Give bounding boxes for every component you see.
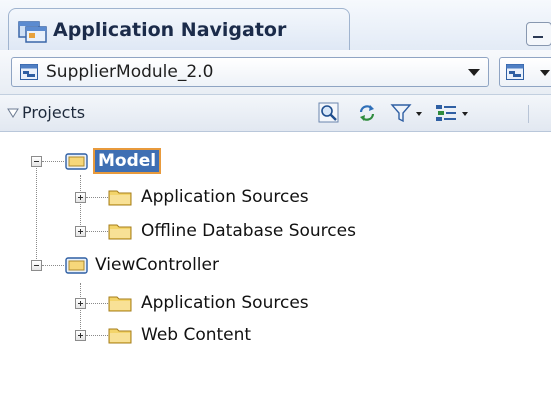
tree-node-label: Offline Database Sources	[141, 221, 356, 241]
tab-title: Application Navigator	[53, 19, 287, 41]
tree-connector	[86, 303, 108, 305]
project-tree: Model Application Sources Offline Databa…	[0, 131, 551, 396]
tree-node-model[interactable]: Model	[0, 147, 551, 177]
application-navigator-window: Application Navigator SupplierModule_2.0	[0, 0, 551, 396]
minimize-button[interactable]	[526, 22, 551, 46]
expand-toggle-icon[interactable]	[75, 192, 86, 203]
tree-node-label: Model	[92, 148, 162, 174]
dropdown-arrow-icon	[468, 69, 480, 76]
application-icon	[20, 64, 38, 80]
find-icon[interactable]	[318, 102, 340, 124]
application-selector-dropdown[interactable]: SupplierModule_2.0	[11, 57, 489, 87]
project-folder-icon	[65, 153, 88, 170]
projects-label: Projects	[22, 103, 86, 122]
tree-connector	[86, 197, 108, 199]
tree-node-offline-database-sources[interactable]: Offline Database Sources	[0, 217, 551, 247]
refresh-icon[interactable]	[356, 102, 378, 124]
folder-icon	[108, 190, 132, 206]
collapse-toggle-icon[interactable]	[31, 260, 42, 271]
tree-node-label: Application Sources	[141, 187, 309, 207]
tab-strip: Application Navigator	[0, 0, 551, 51]
tree-connector	[42, 265, 64, 267]
application-menu-button[interactable]	[499, 57, 551, 87]
tab-application-navigator[interactable]: Application Navigator	[8, 8, 350, 50]
expand-toggle-icon[interactable]	[75, 298, 86, 309]
expand-toggle-icon[interactable]	[75, 330, 86, 341]
tree-node-web-content[interactable]: Web Content	[0, 321, 551, 351]
projects-panel-header: Projects	[0, 95, 551, 132]
tree-node-viewcontroller[interactable]: ViewController	[0, 251, 551, 281]
application-menu-icon	[506, 64, 524, 80]
tree-connector	[86, 231, 108, 233]
application-navigator-icon	[18, 21, 47, 43]
collapse-toggle-icon[interactable]	[31, 156, 42, 167]
collapse-caret-icon[interactable]	[7, 108, 19, 118]
tree-node-label: ViewController	[95, 255, 219, 275]
selected-application-name: SupplierModule_2.0	[46, 62, 214, 82]
tree-node-label: Web Content	[141, 325, 252, 345]
application-selector-bar: SupplierModule_2.0	[0, 50, 551, 95]
working-sets-icon[interactable]	[434, 102, 474, 124]
project-folder-icon	[65, 257, 88, 274]
toolbar-separator	[528, 105, 529, 123]
tree-connector	[86, 335, 108, 337]
filter-icon[interactable]	[390, 102, 426, 124]
tree-node-label: Application Sources	[141, 293, 309, 313]
menu-arrow-icon	[540, 70, 550, 76]
folder-icon	[108, 296, 132, 312]
folder-icon	[108, 224, 132, 240]
expand-toggle-icon[interactable]	[75, 226, 86, 237]
tree-node-viewcontroller-application-sources[interactable]: Application Sources	[0, 289, 551, 319]
tree-node-model-application-sources[interactable]: Application Sources	[0, 183, 551, 213]
folder-icon	[108, 328, 132, 344]
tree-connector	[42, 161, 64, 163]
